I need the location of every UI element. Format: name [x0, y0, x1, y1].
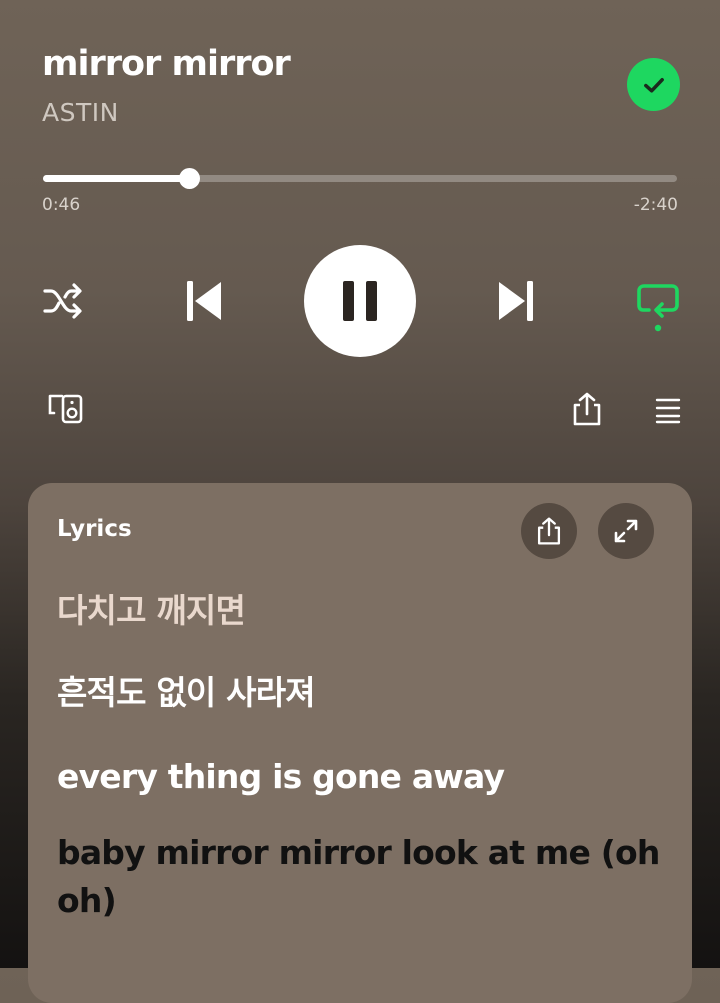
skip-next-icon — [499, 281, 533, 321]
elapsed-time: 0:46 — [42, 195, 81, 215]
share-button[interactable] — [568, 390, 606, 428]
track-artist[interactable]: ASTIN — [42, 98, 119, 127]
repeat-button[interactable] — [632, 280, 684, 334]
progress-fill — [43, 175, 189, 182]
queue-icon — [655, 398, 681, 424]
lyric-line[interactable]: baby mirror mirror look at me (oh oh) — [57, 829, 667, 925]
remaining-time: -2:40 — [633, 195, 678, 215]
lyric-line[interactable]: every thing is gone away — [57, 753, 667, 801]
share-icon — [537, 517, 561, 545]
expand-icon — [614, 519, 638, 543]
skip-previous-icon — [187, 281, 221, 321]
share-icon — [573, 392, 601, 426]
saved-to-library-button[interactable] — [627, 58, 680, 111]
checkmark-icon — [643, 77, 664, 93]
repeat-icon — [637, 284, 679, 332]
lyric-line[interactable]: 다치고 깨지면 — [57, 587, 667, 635]
queue-button[interactable] — [650, 394, 686, 426]
connect-device-icon — [48, 394, 83, 424]
pause-button[interactable] — [304, 245, 416, 357]
lyrics-heading: Lyrics — [57, 516, 132, 542]
lyric-line[interactable]: 흔적도 없이 사라져 — [57, 669, 667, 717]
connect-device-button[interactable] — [46, 392, 86, 426]
shuffle-button[interactable] — [40, 280, 86, 322]
progress-handle[interactable] — [178, 168, 200, 189]
next-button[interactable] — [492, 276, 540, 326]
previous-button[interactable] — [180, 276, 228, 326]
lyrics-expand-button[interactable] — [598, 503, 654, 559]
pause-icon — [343, 281, 377, 321]
track-title[interactable]: mirror mirror — [42, 44, 291, 84]
lyrics-share-button[interactable] — [521, 503, 577, 559]
lyrics-card[interactable]: Lyrics 다치고 깨지면 흔적도 없이 사라져 every thing is… — [28, 483, 692, 1003]
shuffle-icon — [43, 283, 82, 319]
progress-bar[interactable] — [43, 168, 677, 189]
